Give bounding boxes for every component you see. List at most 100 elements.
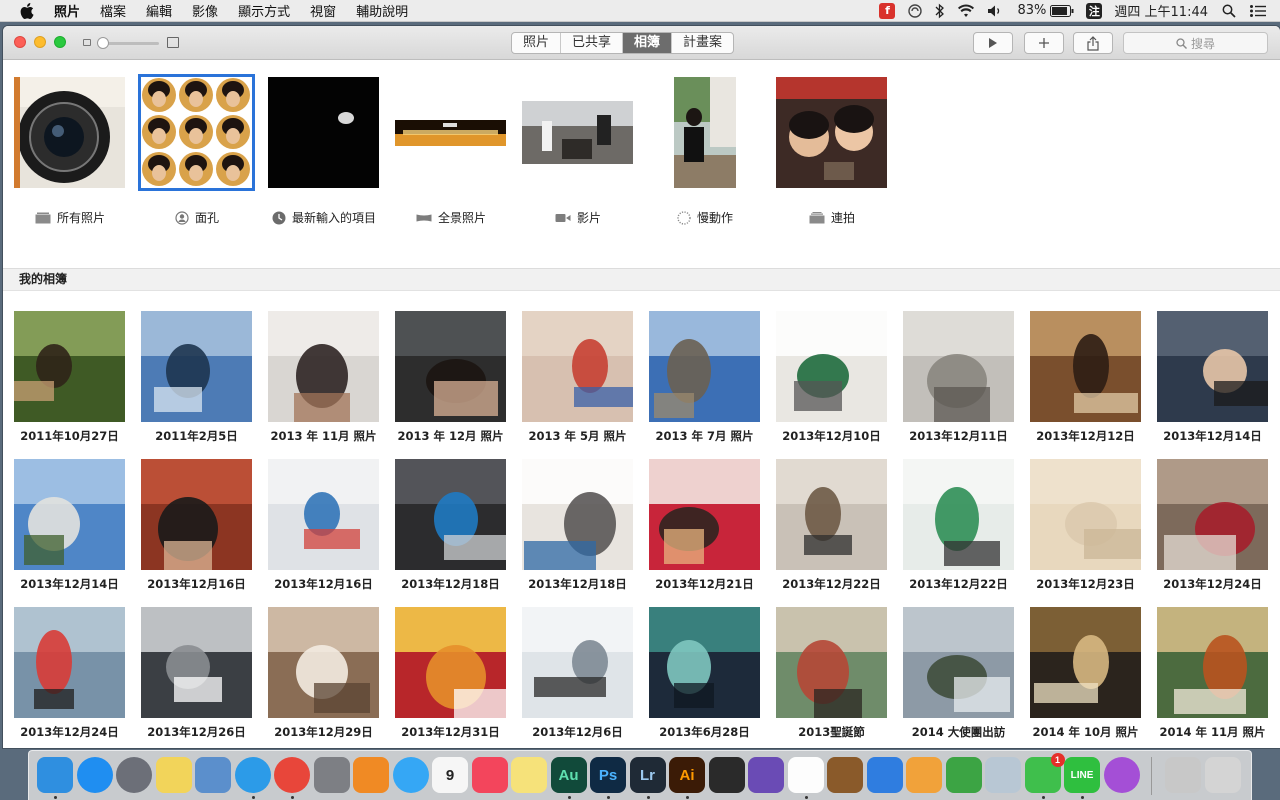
smart-album-7[interactable]: 連拍 xyxy=(776,77,916,227)
motion-icon[interactable] xyxy=(748,757,784,793)
launchpad-icon[interactable] xyxy=(116,757,152,793)
preview-photos-icon[interactable] xyxy=(985,757,1021,793)
illustrator-icon[interactable]: Ai xyxy=(669,757,705,793)
stickies-icon[interactable] xyxy=(155,757,192,793)
downloads-icon[interactable] xyxy=(1165,757,1201,793)
smart-album-1[interactable]: 所有照片 xyxy=(14,77,154,227)
album-thumbnail[interactable] xyxy=(1030,459,1141,570)
menu-image[interactable]: 影像 xyxy=(192,1,218,20)
album-item[interactable]: 2013年12月14日 xyxy=(1157,311,1268,444)
album-item[interactable]: 2013年12月31日 xyxy=(395,607,506,740)
app-store-icon[interactable] xyxy=(76,757,113,793)
question-icon[interactable] xyxy=(1103,757,1140,793)
tab-albums[interactable]: 相簿 xyxy=(623,33,673,53)
album-thumbnail[interactable] xyxy=(1030,607,1141,718)
chrome-icon[interactable] xyxy=(274,757,310,793)
flipboard-status-icon[interactable]: f xyxy=(879,2,896,19)
smart-album-4[interactable]: 全景照片 xyxy=(395,77,535,227)
tab-projects[interactable]: 計畫案 xyxy=(672,33,733,53)
album-thumbnail[interactable] xyxy=(141,607,252,718)
smart-album-thumbnail[interactable] xyxy=(268,77,379,188)
menu-help[interactable]: 輔助說明 xyxy=(356,1,408,20)
album-item[interactable]: 2014 年 10月 照片 xyxy=(1030,607,1141,740)
album-thumbnail[interactable] xyxy=(649,311,760,422)
album-item[interactable]: 2013 年 7月 照片 xyxy=(649,311,760,444)
close-button[interactable] xyxy=(14,36,26,48)
album-thumbnail[interactable] xyxy=(522,459,633,570)
menu-view[interactable]: 顯示方式 xyxy=(238,1,290,20)
album-item[interactable]: 2013年12月21日 xyxy=(649,459,760,592)
wifi-icon[interactable] xyxy=(957,4,975,18)
album-item[interactable]: 2013年12月26日 xyxy=(141,607,252,740)
audition-icon[interactable]: Au xyxy=(550,757,587,793)
menu-window[interactable]: 視窗 xyxy=(310,1,336,20)
album-thumbnail[interactable] xyxy=(903,459,1014,570)
album-thumbnail[interactable] xyxy=(1030,311,1141,422)
smart-album-5[interactable]: 影片 xyxy=(522,77,662,227)
album-item[interactable]: 2014 大使團出訪 xyxy=(903,607,1014,740)
album-thumbnail[interactable] xyxy=(14,459,125,570)
album-item[interactable]: 2013年12月29日 xyxy=(268,607,379,740)
menu-photos[interactable]: 照片 xyxy=(54,1,80,20)
battery-percent[interactable]: 83% xyxy=(1017,3,1046,18)
ibooks-icon[interactable] xyxy=(353,757,389,793)
album-item[interactable]: 2013年12月11日 xyxy=(903,311,1014,444)
album-item[interactable]: 2013年12月16日 xyxy=(141,459,252,592)
volume-icon[interactable] xyxy=(987,4,1003,18)
album-item[interactable]: 2013年12月16日 xyxy=(268,459,379,592)
album-item[interactable]: 2013年6月28日 xyxy=(649,607,760,740)
album-item[interactable]: 2013年12月6日 xyxy=(522,607,633,740)
album-thumbnail[interactable] xyxy=(522,311,633,422)
minimize-button[interactable] xyxy=(34,36,46,48)
smart-album-thumbnail[interactable] xyxy=(522,101,633,164)
safari-icon[interactable] xyxy=(234,757,271,793)
apple-icon[interactable] xyxy=(20,2,34,19)
album-thumbnail[interactable] xyxy=(1157,459,1268,570)
trash-icon[interactable] xyxy=(1204,757,1241,793)
smart-album-3[interactable]: 最新輸入的項目 xyxy=(268,77,408,227)
keynote-icon[interactable] xyxy=(866,757,903,793)
preview-icon[interactable] xyxy=(195,757,231,793)
notification-center-icon[interactable] xyxy=(1250,4,1266,17)
album-item[interactable]: 2013年12月24日 xyxy=(1157,459,1268,592)
itunes-icon[interactable] xyxy=(471,757,508,793)
system-preferences-icon[interactable] xyxy=(313,757,350,793)
album-thumbnail[interactable] xyxy=(522,607,633,718)
calendar-icon[interactable]: 9 xyxy=(432,757,468,793)
add-button[interactable] xyxy=(1024,32,1064,54)
album-thumbnail[interactable] xyxy=(268,311,379,422)
album-item[interactable]: 2011年2月5日 xyxy=(141,311,252,444)
album-thumbnail[interactable] xyxy=(649,607,760,718)
album-item[interactable]: 2013年12月22日 xyxy=(776,459,887,592)
album-item[interactable]: 2013年12月10日 xyxy=(776,311,887,444)
album-item[interactable]: 2013年12月18日 xyxy=(522,459,633,592)
smart-album-thumbnail[interactable] xyxy=(673,77,736,188)
album-item[interactable]: 2011年10月27日 xyxy=(14,311,125,444)
album-thumbnail[interactable] xyxy=(268,607,379,718)
album-item[interactable]: 2013 年 11月 照片 xyxy=(268,311,379,444)
album-thumbnail[interactable] xyxy=(649,459,760,570)
album-thumbnail[interactable] xyxy=(1157,311,1268,422)
album-item[interactable]: 2013年12月22日 xyxy=(903,459,1014,592)
slideshow-button[interactable] xyxy=(973,32,1013,54)
album-item[interactable]: 2013年12月18日 xyxy=(395,459,506,592)
lightroom-icon[interactable]: Lr xyxy=(629,757,666,793)
smart-album-thumbnail[interactable] xyxy=(395,120,506,146)
facetime-icon[interactable]: 1 xyxy=(1024,753,1065,793)
zoom-slider[interactable] xyxy=(83,37,179,49)
album-thumbnail[interactable] xyxy=(1157,607,1268,718)
album-thumbnail[interactable] xyxy=(776,311,887,422)
album-thumbnail[interactable] xyxy=(903,607,1014,718)
smart-album-6[interactable]: 慢動作 xyxy=(649,77,789,227)
notes-icon[interactable] xyxy=(511,757,547,793)
menu-edit[interactable]: 編輯 xyxy=(146,1,172,20)
album-thumbnail[interactable] xyxy=(776,459,887,570)
clock[interactable]: 週四 上午11:44 xyxy=(1114,1,1208,20)
bluetooth-icon[interactable] xyxy=(935,3,945,19)
album-thumbnail[interactable] xyxy=(395,459,506,570)
album-thumbnail[interactable] xyxy=(141,311,252,422)
zoom-slider-knob[interactable] xyxy=(97,37,109,49)
album-thumbnail[interactable] xyxy=(14,311,125,422)
album-item[interactable]: 2013 年 5月 照片 xyxy=(522,311,633,444)
tab-shared[interactable]: 已共享 xyxy=(561,33,624,53)
